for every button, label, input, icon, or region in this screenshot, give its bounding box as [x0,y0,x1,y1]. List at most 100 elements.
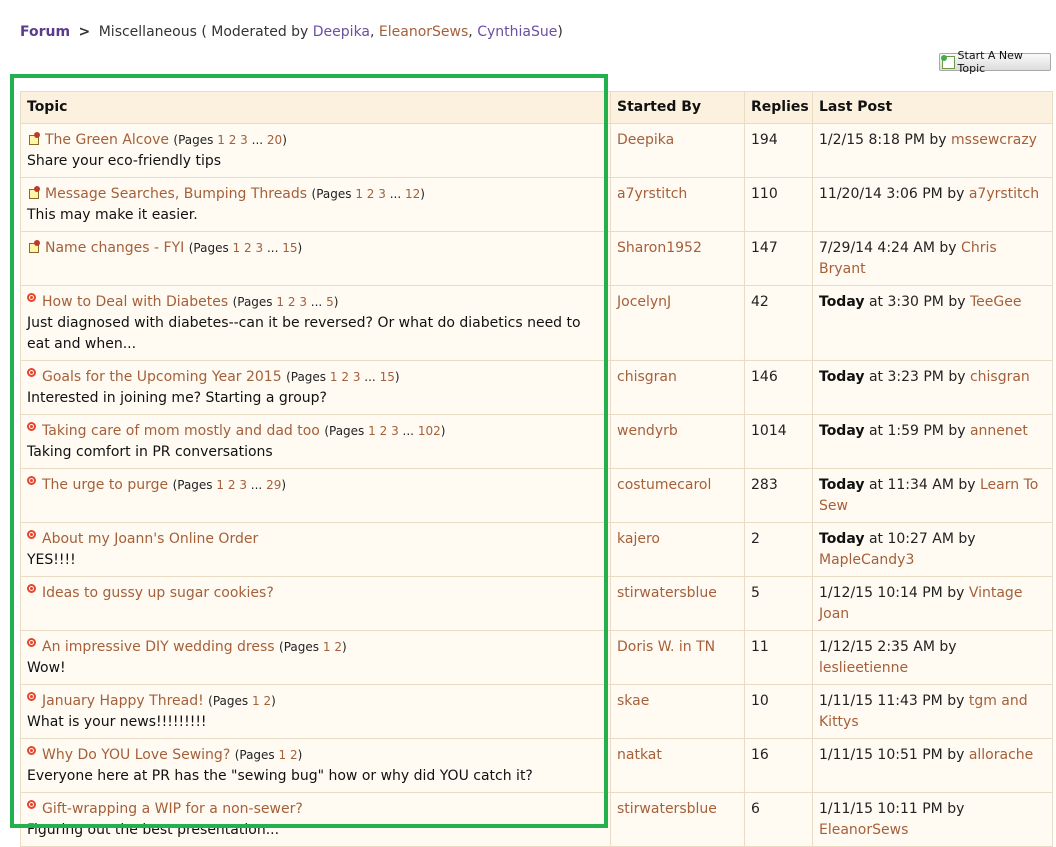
moderated-suffix: ) [557,24,563,40]
topic-title-link[interactable]: The Green Alcove [45,132,169,148]
new-topic-icon [941,54,955,69]
page-link[interactable]: 1 [323,640,331,654]
topic-title-link[interactable]: Name changes - FYI [45,240,184,256]
page-link[interactable]: 1 [217,133,225,147]
last-poster-link[interactable]: TeeGee [970,294,1021,310]
sticky-note-icon [27,186,41,199]
page-link[interactable]: 3 [240,133,248,147]
page-link[interactable]: 3 [353,370,361,384]
topic-description: Wow! [27,660,66,676]
starter-link[interactable]: stirwatersblue [617,585,717,601]
page-link[interactable]: 3 [255,241,263,255]
starter-link[interactable]: chisgran [617,369,677,385]
starter-link[interactable]: Deepika [617,132,674,148]
topic-title-link[interactable]: January Happy Thread! [42,693,204,709]
page-link[interactable]: 2 [263,694,271,708]
starter-link[interactable]: natkat [617,747,662,763]
page-link[interactable]: 20 [267,133,282,147]
starter-link[interactable]: a7yrstitch [617,186,687,202]
topic-cell: The urge to purge (Pages 1 2 3 ... 29) [20,468,611,523]
page-link[interactable]: 1 [216,478,224,492]
page-link[interactable]: 29 [266,478,281,492]
starter-link[interactable]: costumecarol [617,477,711,493]
starter-link[interactable]: wendyrb [617,423,678,439]
topic-description: YES!!!! [27,552,76,568]
last-poster-link[interactable]: chisgran [970,369,1030,385]
page-link[interactable]: 2 [334,640,342,654]
page-link[interactable]: 2 [288,295,296,309]
by-text: by [953,531,976,547]
last-poster-link[interactable]: annenet [970,423,1028,439]
page-link[interactable]: 2 [290,748,298,762]
moderator-link-cynthiasue[interactable]: CynthiaSue [477,24,557,40]
column-header-started-by[interactable]: Started By [610,91,745,124]
started-by-cell: kajero [610,522,745,577]
starter-link[interactable]: Doris W. in TN [617,639,715,655]
page-link[interactable]: 3 [391,424,399,438]
last-poster-link[interactable]: MapleCandy3 [819,552,914,568]
last-post-time: 1/2/15 8:18 PM [819,132,925,148]
page-link[interactable]: 1 [368,424,376,438]
topic-title-link[interactable]: How to Deal with Diabetes [42,294,228,310]
topic-title-link[interactable]: About my Joann's Online Order [42,531,258,547]
column-header-topic[interactable]: Topic [20,91,611,124]
moderator-link-eleanorsews[interactable]: EleanorSews [379,24,468,40]
pages-ellipsis: ... [389,187,402,201]
column-header-last-post[interactable]: Last Post [812,91,1053,124]
page-link[interactable]: 3 [378,187,386,201]
page-link[interactable]: 3 [239,478,247,492]
topic-pages: (Pages 1 2 3 ... 20) [173,133,286,147]
page-link[interactable]: 2 [229,133,237,147]
page-link[interactable]: 102 [418,424,441,438]
last-poster-link[interactable]: leslieetienne [819,660,908,676]
last-poster-link[interactable]: EleanorSews [819,822,908,838]
page-link[interactable]: 15 [282,241,297,255]
page-link[interactable]: 1 [252,694,260,708]
last-poster-link[interactable]: a7yrstitch [969,186,1039,202]
page-link[interactable]: 2 [228,478,236,492]
page-link[interactable]: 1 [233,241,241,255]
pages-suffix: ) [297,748,303,762]
topic-description: Figuring out the best presentation... [27,822,280,838]
topic-title-link[interactable]: An impressive DIY wedding dress [42,639,275,655]
page-link[interactable]: 2 [367,187,375,201]
starter-link[interactable]: skae [617,693,649,709]
starter-link[interactable]: JocelynJ [617,294,671,310]
page-link[interactable]: 1 [279,748,287,762]
started-by-cell: Deepika [610,123,745,178]
page-link[interactable]: 5 [326,295,334,309]
last-post-time: at 1:59 PM [868,423,944,439]
topic-title-link[interactable]: Taking care of mom mostly and dad too [42,423,320,439]
page-link[interactable]: 3 [299,295,307,309]
pages-ellipsis: ... [364,370,376,384]
column-header-replies[interactable]: Replies [744,91,813,124]
page-link[interactable]: 1 [330,370,338,384]
sticky-note-icon [27,132,41,145]
start-new-topic-button[interactable]: Start A New Topic [939,49,1051,75]
topic-title-link[interactable]: Ideas to gussy up sugar cookies? [42,585,274,601]
topic-title-link[interactable]: Goals for the Upcoming Year 2015 [42,369,282,385]
topic-pages: (Pages 1 2 3 ... 15) [286,370,399,384]
starter-link[interactable]: kajero [617,531,660,547]
page-link[interactable]: 2 [244,241,252,255]
breadcrumb-forum-link[interactable]: Forum [20,24,70,40]
last-poster-link[interactable]: allorache [969,747,1033,763]
moderator-link-deepika[interactable]: Deepika [313,24,370,40]
page-link[interactable]: 1 [355,187,363,201]
pages-prefix: (Pages [311,187,356,201]
topic-title-link[interactable]: Why Do YOU Love Sewing? [42,747,230,763]
starter-link[interactable]: Sharon1952 [617,240,702,256]
starter-link[interactable]: stirwatersblue [617,801,717,817]
last-poster-link[interactable]: mssewcrazy [951,132,1037,148]
topic-title-link[interactable]: The urge to purge [42,477,168,493]
page-link[interactable]: 15 [380,370,395,384]
topic-title-link[interactable]: Gift-wrapping a WIP for a non-sewer? [42,801,303,817]
started-by-cell: a7yrstitch [610,177,745,232]
topic-title-link[interactable]: Message Searches, Bumping Threads [45,186,307,202]
page-link[interactable]: 2 [380,424,388,438]
by-text: by [942,747,969,763]
page-link[interactable]: 12 [405,187,420,201]
page-link[interactable]: 1 [276,295,284,309]
page-link[interactable]: 2 [341,370,349,384]
last-post-cell: Today at 10:27 AM by MapleCandy3 [812,522,1053,577]
